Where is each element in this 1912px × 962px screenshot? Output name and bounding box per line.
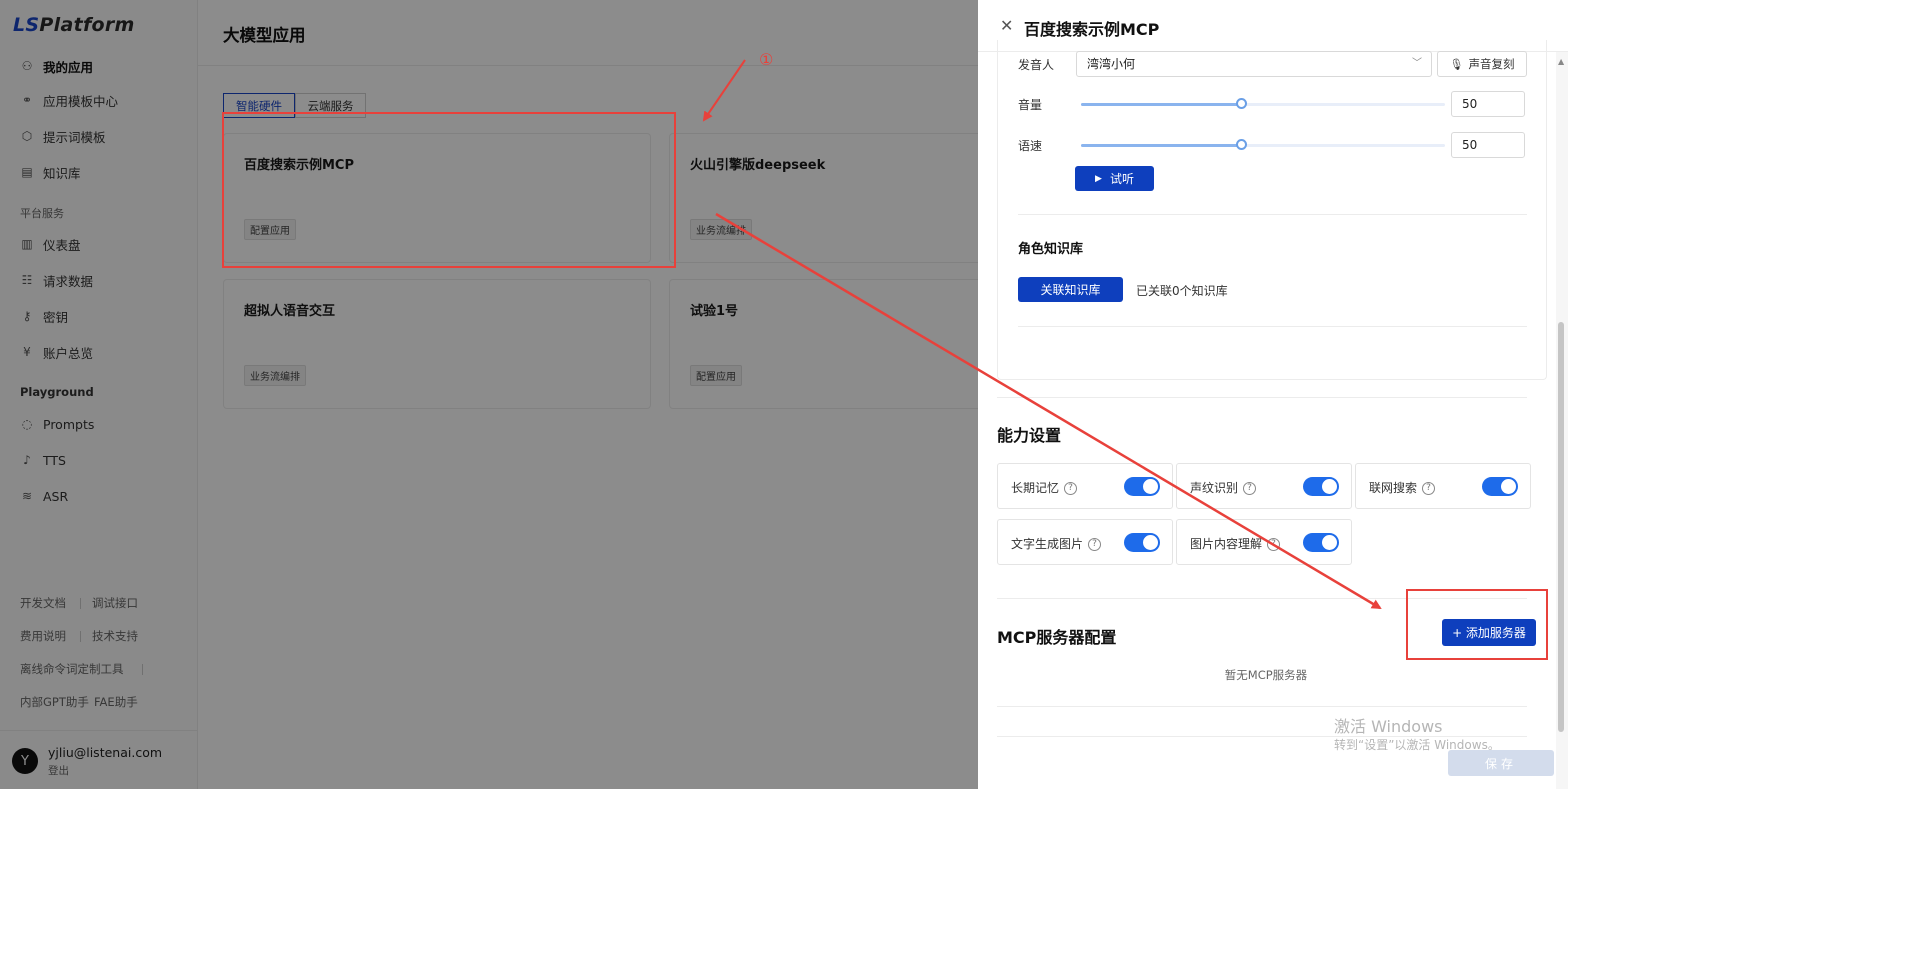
long-memory-toggle[interactable] [1124,477,1160,496]
divider [997,397,1527,398]
image-understanding-toggle[interactable] [1303,533,1339,552]
speaker-select-value: 湾湾小何 [1087,57,1136,71]
divider [1018,326,1527,327]
help-icon[interactable]: ? [1267,538,1281,551]
help-icon[interactable]: ? [1064,482,1078,495]
annotation-marker: ① [759,50,774,69]
play-icon: ▶ [1095,173,1102,184]
voice-clone-button[interactable]: 🎙 声音复刻 [1437,51,1527,77]
windows-watermark-title: 激活 Windows [1334,717,1443,736]
volume-slider[interactable] [1081,98,1445,109]
windows-watermark-subtitle: 转到“设置”以激活 Windows。 [1334,738,1500,752]
annotation-box-card [222,112,676,268]
speed-slider-fill [1081,144,1242,147]
speed-label: 语速 [1018,139,1043,153]
capability-label: 联网搜索? [1369,479,1436,496]
save-button[interactable]: 保存 [1448,750,1554,776]
voice-clone-label: 声音复刻 [1468,57,1515,71]
link-kb-button[interactable]: 关联知识库 [1018,277,1123,302]
volume-label: 音量 [1018,98,1043,112]
volume-slider-fill [1081,103,1242,106]
toggle-knob [1322,479,1337,494]
capability-label: 长期记忆? [1011,479,1078,496]
close-icon[interactable]: ✕ [1000,16,1013,35]
text-to-image-toggle[interactable] [1124,533,1160,552]
web-search-toggle[interactable] [1482,477,1518,496]
speaker-label: 发音人 [1018,58,1055,72]
scrollbar-thumb[interactable] [1558,322,1564,732]
toggle-knob [1322,535,1337,550]
speaker-select[interactable]: 湾湾小何 ﹀ [1076,51,1432,77]
mcp-empty-text: 暂无MCP服务器 [1224,668,1308,682]
capability-voiceprint: 声纹识别? [1176,463,1352,509]
toggle-knob [1143,535,1158,550]
drawer-title: 百度搜索示例MCP [1024,20,1160,39]
toggle-knob [1143,479,1158,494]
chevron-down-icon: ﹀ [1412,58,1422,69]
capability-web-search: 联网搜索? [1355,463,1531,509]
volume-input[interactable]: 50 [1451,91,1525,117]
toggle-knob [1501,479,1516,494]
preview-button[interactable]: ▶ 试听 [1075,166,1154,191]
capability-section-title: 能力设置 [997,426,1062,445]
help-icon[interactable]: ? [1243,482,1257,495]
voiceprint-toggle[interactable] [1303,477,1339,496]
scrollbar[interactable]: ▲ [1556,52,1568,789]
help-icon[interactable]: ? [1422,482,1436,495]
divider [1018,214,1527,215]
kb-section-title: 角色知识库 [1018,242,1084,257]
capability-label: 图片内容理解? [1190,535,1281,552]
mcp-section-title: MCP服务器配置 [997,628,1117,647]
mic-icon: 🎙 [1449,57,1464,71]
preview-label: 试听 [1109,172,1134,186]
speed-slider[interactable] [1081,139,1445,150]
app-config-drawer: ✕ 百度搜索示例MCP 发音人 湾湾小何 ﹀ 🎙 声音复刻 音量 50 语速 5… [978,0,1568,789]
speed-input[interactable]: 50 [1451,132,1525,158]
capability-long-memory: 长期记忆? [997,463,1173,509]
scroll-up-icon[interactable]: ▲ [1558,57,1564,66]
kb-count-text: 已关联0个知识库 [1136,284,1228,298]
capability-label: 声纹识别? [1190,479,1257,496]
help-icon[interactable]: ? [1088,538,1102,551]
annotation-box-add-server [1406,589,1548,660]
capability-image-understanding: 图片内容理解? [1176,519,1352,565]
capability-text-to-image: 文字生成图片? [997,519,1173,565]
divider [997,706,1527,707]
capability-label: 文字生成图片? [1011,535,1102,552]
